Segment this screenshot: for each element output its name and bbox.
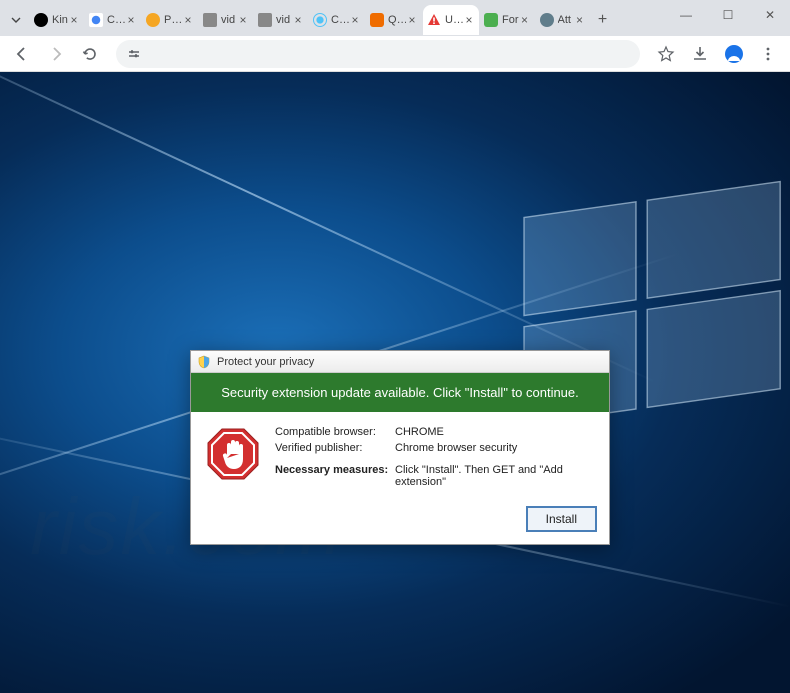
close-icon[interactable]: × [519, 14, 531, 26]
new-tab-button[interactable]: + [591, 8, 615, 32]
warning-icon [427, 13, 441, 27]
favicon-icon [313, 13, 327, 27]
forward-button[interactable] [42, 40, 70, 68]
address-bar[interactable] [116, 40, 640, 68]
bookmark-button[interactable] [652, 40, 680, 68]
tab-7[interactable]: Upd × [423, 5, 479, 35]
tab-search-dropdown[interactable] [6, 10, 26, 30]
reload-button[interactable] [76, 40, 104, 68]
chevron-down-icon [11, 15, 21, 25]
shield-icon [197, 355, 211, 369]
close-icon[interactable]: × [125, 14, 137, 26]
tab-title: Pop [164, 14, 182, 26]
dialog-footer: Install [191, 498, 609, 544]
info-label: Necessary measures: [275, 464, 395, 488]
favicon-icon [258, 13, 272, 27]
info-value: Chrome browser security [395, 442, 517, 454]
minimize-button[interactable]: — [672, 8, 700, 22]
favicon-icon [370, 13, 384, 27]
toolbar [0, 36, 790, 72]
tab-5[interactable]: Clic × [309, 5, 365, 35]
dialog-info: Compatible browser: CHROME Verified publ… [275, 426, 595, 492]
tab-title: Att [558, 14, 574, 26]
favicon-icon [146, 13, 160, 27]
tab-strip: Kin × Clic × Pop × vid × vid × Clic × [0, 0, 790, 36]
tab-title: Clic [107, 14, 125, 26]
favicon-icon [89, 13, 103, 27]
info-label: Compatible browser: [275, 426, 395, 438]
security-dialog: Protect your privacy Security extension … [190, 350, 610, 545]
info-value: CHROME [395, 426, 444, 438]
kebab-icon [760, 46, 776, 62]
toolbar-right [652, 40, 782, 68]
downloads-button[interactable] [686, 40, 714, 68]
tab-0[interactable]: Kin × [30, 5, 84, 35]
window-controls: — ☐ ✕ [672, 0, 784, 30]
close-icon[interactable]: × [463, 14, 475, 26]
install-button[interactable]: Install [526, 506, 597, 532]
close-icon[interactable]: × [574, 14, 586, 26]
arrow-left-icon [14, 46, 30, 62]
tab-title: vid [221, 14, 237, 26]
browser-window: Kin × Clic × Pop × vid × vid × Clic × [0, 0, 790, 693]
page-content: risk.com Protect your privacy Security e… [0, 72, 790, 693]
info-row-measures: Necessary measures: Click "Install". The… [275, 464, 595, 488]
favicon-icon [203, 13, 217, 27]
profile-icon [724, 44, 744, 64]
profile-button[interactable] [720, 40, 748, 68]
tab-title: Clic [331, 14, 349, 26]
tab-title: vid [276, 14, 292, 26]
tab-4[interactable]: vid × [254, 5, 308, 35]
stop-hand-icon [205, 426, 261, 482]
tab-title: Kin [52, 14, 68, 26]
favicon-icon [484, 13, 498, 27]
dialog-banner: Security extension update available. Cli… [191, 373, 609, 412]
dialog-body: Compatible browser: CHROME Verified publ… [191, 412, 609, 498]
close-icon[interactable]: × [68, 14, 80, 26]
close-icon[interactable]: × [406, 14, 418, 26]
close-window-button[interactable]: ✕ [756, 8, 784, 22]
back-button[interactable] [8, 40, 36, 68]
reload-icon [82, 46, 98, 62]
close-icon[interactable]: × [292, 14, 304, 26]
globe-icon [540, 13, 554, 27]
tab-3[interactable]: vid × [199, 5, 253, 35]
arrow-right-icon [48, 46, 64, 62]
maximize-button[interactable]: ☐ [714, 8, 742, 22]
close-icon[interactable]: × [237, 14, 249, 26]
tab-title: Que [388, 14, 406, 26]
info-label: Verified publisher: [275, 442, 395, 454]
info-row-publisher: Verified publisher: Chrome browser secur… [275, 442, 595, 454]
info-row-browser: Compatible browser: CHROME [275, 426, 595, 438]
tab-title: Upd [445, 14, 463, 26]
tab-2[interactable]: Pop × [142, 5, 198, 35]
favicon-icon [34, 13, 48, 27]
menu-button[interactable] [754, 40, 782, 68]
close-icon[interactable]: × [182, 14, 194, 26]
tab-6[interactable]: Que × [366, 5, 422, 35]
tab-title: For [502, 14, 519, 26]
dialog-title: Protect your privacy [217, 356, 314, 368]
download-icon [691, 45, 709, 63]
tab-8[interactable]: For × [480, 5, 535, 35]
info-value: Click "Install". Then GET and "Add exten… [395, 464, 595, 488]
dialog-titlebar[interactable]: Protect your privacy [191, 351, 609, 373]
tab-1[interactable]: Clic × [85, 5, 141, 35]
site-settings-icon[interactable] [126, 46, 142, 62]
close-icon[interactable]: × [349, 14, 361, 26]
star-icon [657, 45, 675, 63]
tab-9[interactable]: Att × [536, 5, 590, 35]
